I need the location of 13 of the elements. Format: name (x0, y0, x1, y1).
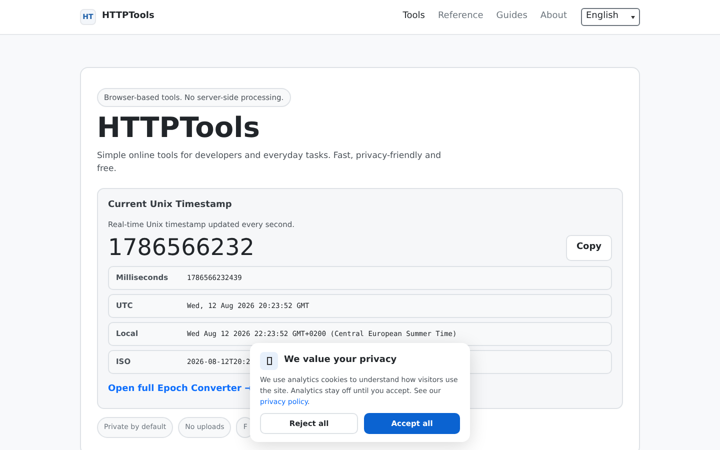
nav-link[interactable]: Tools (402, 10, 425, 24)
caret-icon (631, 16, 635, 18)
panel-title: Current Unix Timestamp (108, 199, 233, 212)
page-title: HTTPTools (97, 110, 261, 146)
language-select[interactable]: English (581, 8, 640, 26)
nav-link[interactable]: Reference (438, 10, 484, 24)
nav-link[interactable]: About (540, 10, 567, 24)
cookie-title: We value your privacy (284, 354, 397, 368)
copy-button[interactable]: Copy (566, 235, 612, 261)
page-subtitle: Simple online tools for developers and everyday tasks. Fast, privacy-friendly and free. (97, 150, 442, 176)
nav-link[interactable]: Guides (496, 10, 528, 24)
timestamp-value: 1786566232 (108, 234, 254, 263)
brand-name[interactable]: HTTPTools (102, 10, 154, 24)
